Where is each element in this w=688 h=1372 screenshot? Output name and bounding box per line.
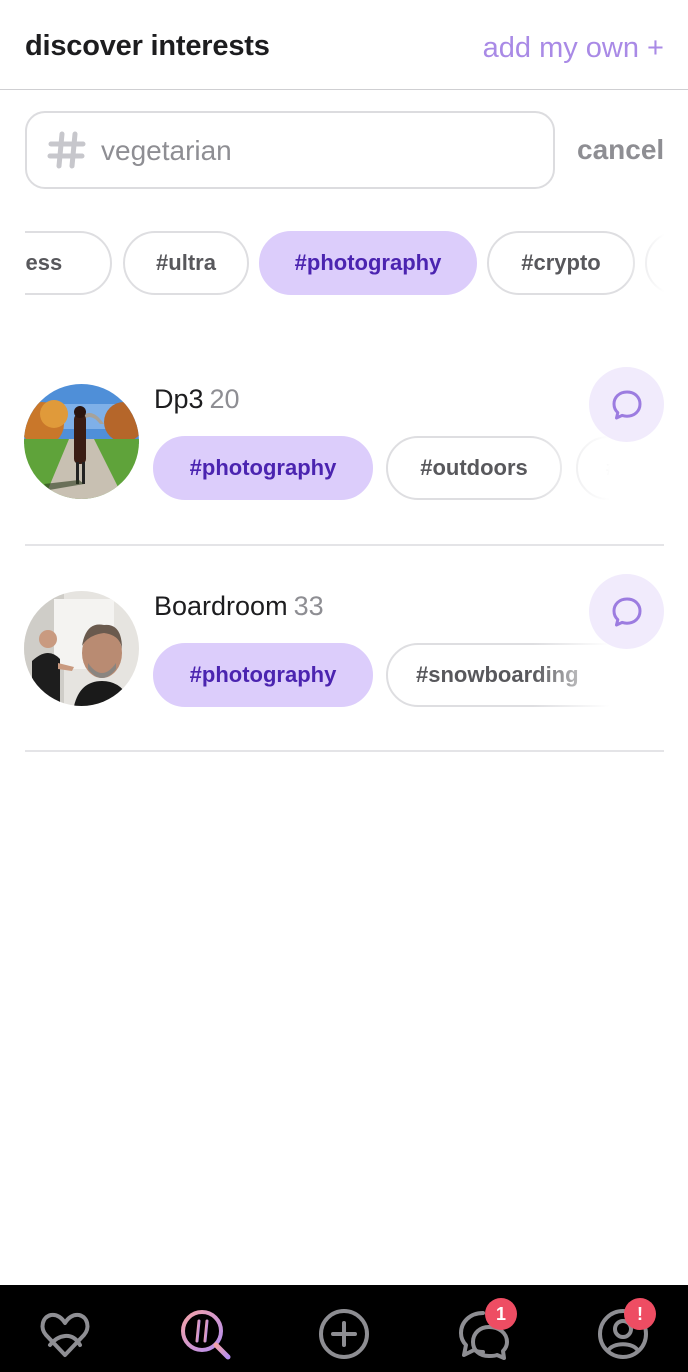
chip-fitness[interactable]: tness: [25, 231, 112, 295]
chat-button[interactable]: [589, 367, 664, 442]
profile-alert-badge: !: [624, 1298, 656, 1330]
tab-chats[interactable]: 1: [455, 1298, 517, 1363]
hash-icon: [47, 131, 86, 169]
avatar[interactable]: [24, 384, 139, 499]
tab-create[interactable]: [315, 1305, 373, 1363]
page-title: discover interests: [25, 30, 270, 62]
user-card[interactable]: Boardroom 33 #photography #snowboarding: [0, 547, 688, 754]
user-name-text: Boardroom: [154, 591, 288, 621]
chip-photography[interactable]: #photography: [259, 231, 477, 295]
chats-badge: 1: [485, 1298, 517, 1330]
user-card[interactable]: Dp320 #photography #outdoors #: [0, 340, 688, 547]
tag-row-fade: [533, 436, 623, 502]
user-age: 33: [293, 591, 324, 621]
user-name-text: Dp3: [154, 384, 204, 414]
tag-photography[interactable]: #photography: [153, 436, 373, 500]
user-name: Dp3 20: [154, 384, 240, 415]
hashtag-search-icon: [181, 1310, 231, 1360]
tab-matches[interactable]: [36, 1305, 94, 1363]
tag-photography[interactable]: #photography: [153, 643, 373, 707]
header: discover interests add my own +: [0, 0, 688, 90]
chip-crypto[interactable]: #crypto: [487, 231, 635, 295]
search-field[interactable]: [25, 111, 555, 189]
divider: [25, 750, 664, 752]
user-age: 20: [209, 384, 240, 414]
search-input[interactable]: [101, 131, 541, 171]
user-tag-row[interactable]: #photography #outdoors #: [153, 436, 623, 502]
heart-pretzel-icon: [40, 1312, 90, 1357]
chip-row-fade: [624, 231, 664, 297]
interest-chip-row[interactable]: tness #ultra #photography #crypto: [25, 231, 664, 297]
divider: [25, 544, 664, 546]
cancel-button[interactable]: cancel: [577, 134, 664, 166]
user-name: Boardroom 33: [154, 591, 324, 622]
tab-profile[interactable]: !: [594, 1298, 656, 1363]
avatar[interactable]: [24, 591, 139, 706]
user-tag-row[interactable]: #photography #snowboarding: [153, 643, 623, 709]
chat-bubble-icon: [612, 390, 641, 419]
add-my-own-button[interactable]: add my own +: [483, 32, 664, 65]
tag-row-fade: [533, 643, 623, 709]
tab-bar: 1 !: [0, 1285, 688, 1372]
plus-circle-icon: [319, 1309, 369, 1359]
chat-button[interactable]: [589, 574, 664, 649]
tab-discover[interactable]: [176, 1305, 234, 1363]
chat-bubble-icon: [612, 597, 641, 626]
chip-ultra[interactable]: #ultra: [123, 231, 249, 295]
